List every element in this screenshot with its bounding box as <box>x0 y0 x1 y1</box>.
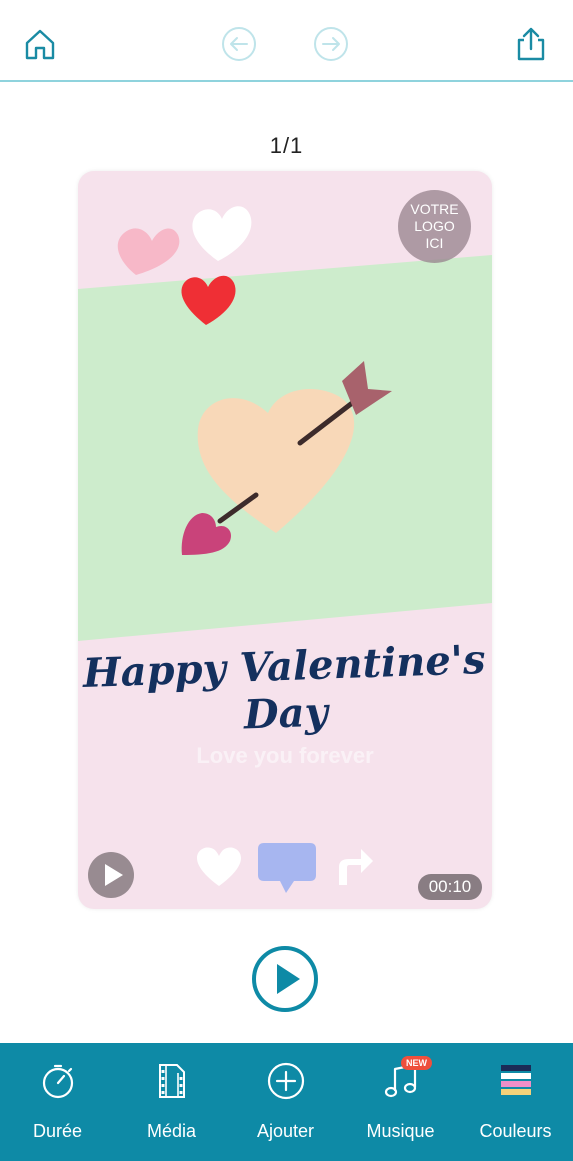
toolbar-duration[interactable]: Durée <box>0 1043 115 1161</box>
home-icon <box>25 29 55 60</box>
comment-icon <box>258 843 316 893</box>
share-arrow-icon <box>339 849 373 885</box>
toolbar-duration-label: Durée <box>32 1121 83 1141</box>
bottom-toolbar: Durée Média Ajouter NEW Musique Couleurs <box>0 1043 573 1161</box>
logo-placeholder-badge[interactable]: VOTRE LOGO ICI <box>398 190 471 263</box>
logo-line-2: LOGO <box>414 218 455 234</box>
valentine-illustration <box>78 206 492 641</box>
subline-text[interactable]: Love you forever <box>78 743 492 769</box>
share-icon <box>517 27 545 61</box>
duration-badge: 00:10 <box>418 874 482 900</box>
stopwatch-icon <box>42 1064 73 1099</box>
video-preview-card[interactable]: VOTRE LOGO ICI Happy Valentine's Day Lov… <box>78 171 492 909</box>
plus-circle-icon <box>267 1062 304 1100</box>
undo-button[interactable] <box>219 24 259 64</box>
share-export-button[interactable] <box>511 24 551 64</box>
toolbar-colors-label: Couleurs <box>479 1121 552 1141</box>
main-play-button[interactable] <box>251 945 319 1013</box>
toolbar-colors[interactable]: Couleurs <box>458 1043 573 1161</box>
film-icon <box>158 1064 185 1098</box>
header-divider <box>0 80 573 82</box>
top-bar <box>0 0 573 82</box>
toolbar-add[interactable]: Ajouter <box>228 1043 343 1161</box>
toolbar-media[interactable]: Média <box>114 1043 229 1161</box>
toolbar-add-label: Ajouter <box>256 1121 315 1141</box>
like-heart-icon <box>197 847 241 886</box>
toolbar-music-label: Musique <box>366 1121 435 1141</box>
redo-icon <box>314 27 348 61</box>
redo-button[interactable] <box>311 24 351 64</box>
page-counter: 1/1 <box>269 133 304 158</box>
toolbar-media-label: Média <box>146 1121 197 1141</box>
toolbar-music[interactable]: NEW Musique <box>343 1043 458 1161</box>
home-button[interactable] <box>20 24 60 64</box>
logo-line-1: VOTRE <box>410 201 459 217</box>
undo-icon <box>222 27 256 61</box>
logo-line-3: ICI <box>425 235 444 251</box>
card-play-icon[interactable] <box>87 851 135 899</box>
new-badge: NEW <box>401 1056 432 1070</box>
color-palette-icon <box>500 1065 531 1095</box>
headline-text[interactable]: Happy Valentine's Day <box>78 636 492 744</box>
